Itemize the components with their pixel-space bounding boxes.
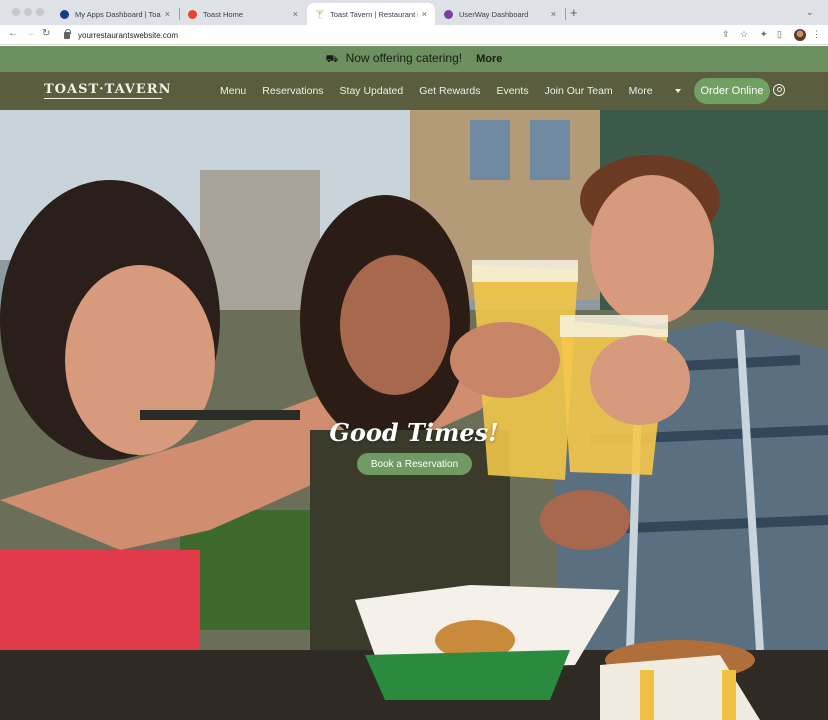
caret-down-icon xyxy=(674,89,681,94)
tab-toast-tavern[interactable]: 🍸 Toast Tavern | Restaurant in E × xyxy=(307,3,435,25)
url-text: yourrestaurantswebsite.com xyxy=(78,30,179,40)
toast-logo-icon xyxy=(188,9,197,19)
tab-search-chevron-icon[interactable]: ⌄ xyxy=(806,7,814,18)
catering-promo-banner: ⛟ Now offering catering! More xyxy=(0,46,828,72)
close-icon[interactable]: × xyxy=(293,9,298,19)
close-icon[interactable]: × xyxy=(422,9,427,19)
site-logo[interactable]: TOAST·TAVERN xyxy=(44,82,171,97)
close-icon[interactable]: × xyxy=(165,9,170,19)
side-panel-icon[interactable]: ▯ xyxy=(777,29,782,40)
user-account-icon[interactable] xyxy=(773,84,785,96)
tab-title: Toast Home xyxy=(203,9,244,19)
close-icon[interactable]: × xyxy=(551,9,556,19)
book-reservation-button[interactable]: Book a Reservation xyxy=(357,453,472,475)
tab-title: My Apps Dashboard | Toast, I xyxy=(75,9,161,19)
bookmark-star-icon[interactable]: ☆ xyxy=(740,29,748,40)
userway-icon xyxy=(444,9,453,19)
back-arrow-icon[interactable]: ← xyxy=(8,28,18,39)
tab-divider xyxy=(565,8,566,20)
hero-section: Good Times! Book a Reservation xyxy=(0,110,828,720)
lock-icon xyxy=(64,28,71,39)
tab-userway[interactable]: UserWay Dashboard × xyxy=(436,3,564,25)
nav-more-label: More xyxy=(628,85,653,97)
kebab-menu-icon[interactable]: ⋮ xyxy=(812,29,821,40)
profile-avatar[interactable] xyxy=(794,29,806,41)
nav-reservations[interactable]: Reservations xyxy=(262,85,323,97)
nav-join-our-team[interactable]: Join Our Team xyxy=(545,85,613,97)
nav-menu[interactable]: Menu xyxy=(220,85,246,97)
truck-icon: ⛟ xyxy=(325,54,339,65)
browser-toolbar: ← → ↻ yourrestaurantswebsite.com ⇪ ☆ ✦ ▯… xyxy=(0,25,828,45)
nav-stay-updated[interactable]: Stay Updated xyxy=(340,85,404,97)
reload-icon[interactable]: ↻ xyxy=(42,28,50,39)
hero-title: Good Times! xyxy=(329,418,499,447)
new-tab-button[interactable]: + xyxy=(570,5,578,20)
extensions-puzzle-icon[interactable]: ✦ xyxy=(760,29,768,40)
browser-tab-strip: My Apps Dashboard | Toast, I × Toast Hom… xyxy=(0,0,828,25)
address-bar[interactable]: yourrestaurantswebsite.com xyxy=(56,27,736,43)
tab-title: Toast Tavern | Restaurant in E xyxy=(330,9,418,19)
cocktail-icon: 🍸 xyxy=(314,9,325,19)
nav-get-rewards[interactable]: Get Rewards xyxy=(419,85,480,97)
main-nav: Menu Reservations Stay Updated Get Rewar… xyxy=(220,85,697,97)
tab-title: UserWay Dashboard xyxy=(459,9,529,19)
nav-more-dropdown[interactable]: More xyxy=(629,85,681,97)
hero-photo xyxy=(0,110,828,720)
site-header: TOAST·TAVERN Menu Reservations Stay Upda… xyxy=(0,72,828,110)
promo-text: Now offering catering! xyxy=(345,51,463,65)
window-close-button[interactable] xyxy=(12,8,20,16)
promo-more-link[interactable]: More xyxy=(476,53,502,65)
window-zoom-button[interactable] xyxy=(36,8,44,16)
forward-arrow-icon[interactable]: → xyxy=(25,28,35,39)
share-icon[interactable]: ⇪ xyxy=(722,29,730,40)
order-online-button[interactable]: Order Online xyxy=(694,78,770,104)
window-minimize-button[interactable] xyxy=(24,8,32,16)
logo-underline xyxy=(44,98,162,99)
nav-events[interactable]: Events xyxy=(496,85,528,97)
tab-my-apps[interactable]: My Apps Dashboard | Toast, I × xyxy=(52,3,178,25)
tab-toast-home[interactable]: Toast Home × xyxy=(180,3,306,25)
toast-apps-icon xyxy=(60,9,69,19)
